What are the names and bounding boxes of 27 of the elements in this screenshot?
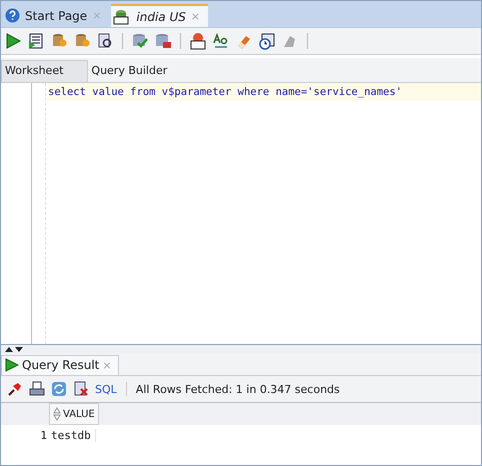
collapse-arrows-icon[interactable] [4,346,24,352]
rollback-icon[interactable] [154,32,172,50]
help-icon [5,8,20,23]
print-icon[interactable] [29,381,45,397]
worksheet-tab[interactable]: Worksheet [1,60,88,82]
fetch-status: All Rows Fetched: 1 in 0.347 seconds [136,382,340,396]
document-tab[interactable]: india US × [111,4,208,27]
text-case-icon[interactable] [212,32,230,50]
run-icon[interactable] [4,32,22,50]
refresh-icon[interactable] [51,381,67,397]
sort-icon [53,407,61,421]
pin-icon[interactable] [7,381,23,397]
clear-icon[interactable] [73,381,89,397]
query-result-tab[interactable]: Query Result × [1,355,119,375]
row-number: 1 [39,428,48,442]
sql-statement: select value from v$parameter where name='service_names' [48,83,481,101]
sql-link[interactable]: SQL [95,382,117,396]
history-icon[interactable] [258,32,276,50]
column-header[interactable]: VALUE [49,403,99,425]
worksheet-tab[interactable]: Query Builder [88,61,176,82]
search-icon[interactable] [96,32,114,50]
table-cell: testdb [49,428,96,442]
document-tab[interactable]: Start Page × [3,4,110,27]
run-icon [5,358,19,372]
commit-icon[interactable] [131,32,149,50]
database-sql-icon [113,8,132,24]
script-icon[interactable] [27,32,45,50]
